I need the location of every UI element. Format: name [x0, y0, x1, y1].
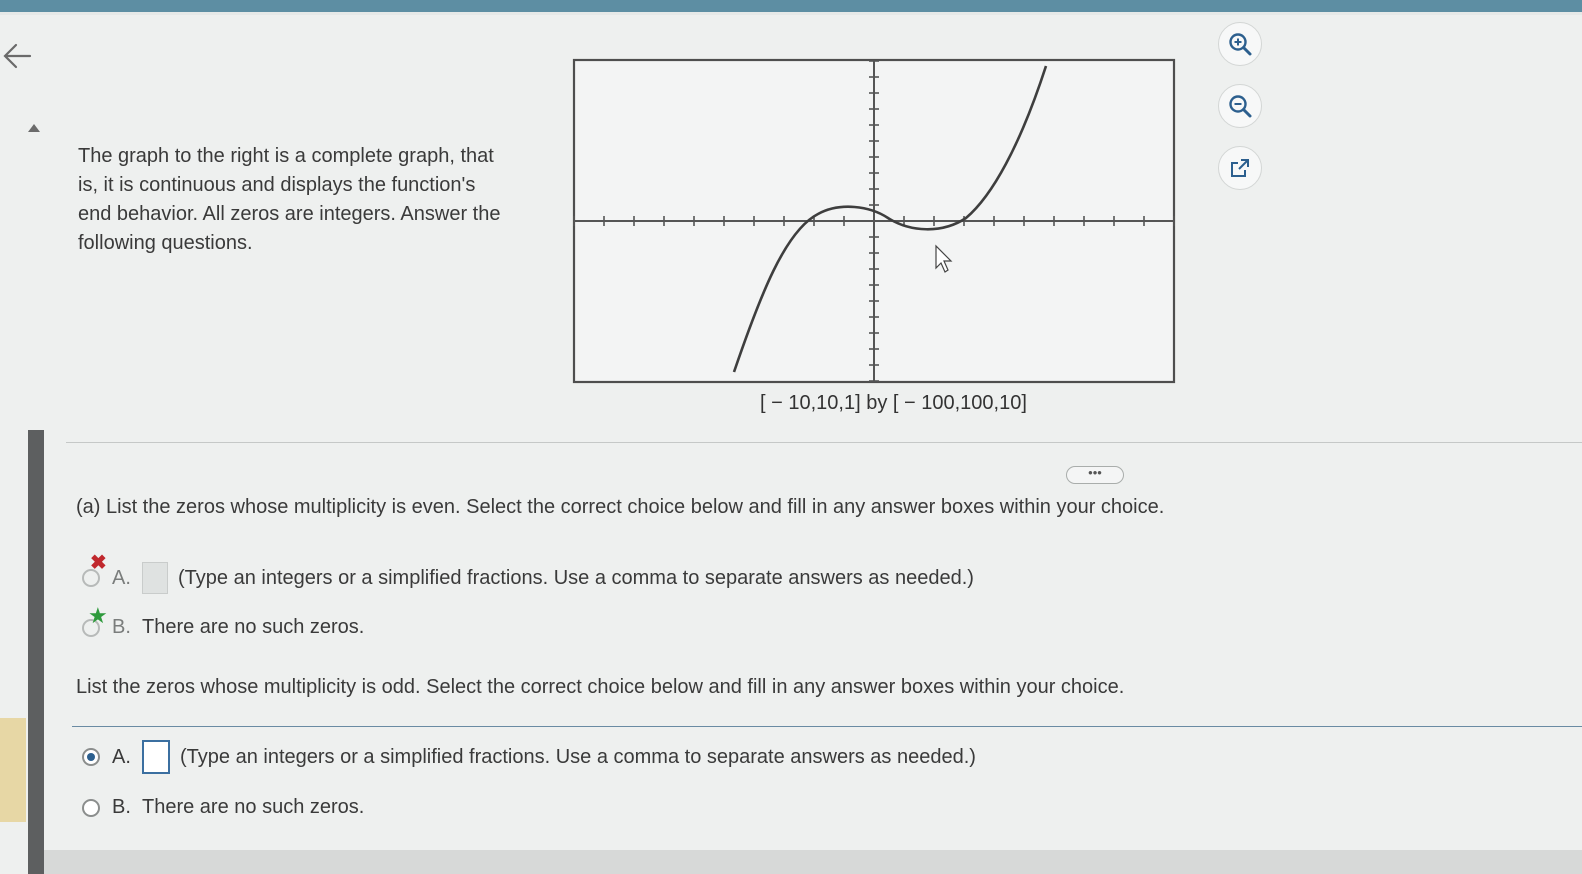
part-b-radio-b[interactable]: [82, 798, 100, 817]
part-a-prompt: (a) List the zeros whose multiplicity is…: [76, 496, 1165, 518]
part-b-choice-a-letter: A.: [112, 745, 131, 768]
left-scroll-rail[interactable]: [28, 430, 44, 874]
part-b-choice-a[interactable]: A. (Type an integers or a simplified fra…: [82, 740, 976, 774]
popout-button[interactable]: [1218, 146, 1262, 190]
left-accent-bar: [0, 718, 26, 822]
part-a-choice-b-text: There are no such zeros.: [142, 616, 365, 638]
part-a-choice-a-text: (Type an integers or a simplified fracti…: [178, 566, 974, 589]
function-graph: [572, 58, 1176, 384]
zoom-out-icon: [1229, 95, 1252, 118]
zoom-in-button[interactable]: [1218, 22, 1262, 66]
top-strip-edge: [0, 12, 1582, 15]
graph-tools: [1218, 22, 1264, 208]
bottom-bar: [44, 850, 1582, 874]
part-a-choice-a-letter: A.: [112, 566, 131, 589]
scroll-up-icon[interactable]: [28, 124, 40, 132]
back-button[interactable]: [0, 36, 40, 76]
incorrect-mark-icon: ✖: [90, 552, 107, 574]
zoom-out-button[interactable]: [1218, 84, 1262, 128]
correct-star-icon: ★: [88, 603, 108, 628]
more-button[interactable]: •••: [1066, 466, 1124, 484]
graph-window-label: [ − 10,10,1] by [ − 100,100,10]: [760, 392, 1027, 414]
part-a-choice-a[interactable]: A. (Type an integers or a simplified fra…: [82, 562, 974, 594]
selected-choice-outline: [72, 726, 1582, 727]
external-link-icon: [1231, 159, 1249, 177]
part-a-choice-b[interactable]: B. There are no such zeros.: [82, 616, 364, 639]
zoom-in-icon: [1229, 33, 1252, 56]
part-a-answer-box[interactable]: [142, 562, 168, 594]
part-a-choice-b-letter: B.: [112, 616, 131, 638]
section-divider: [66, 442, 1582, 443]
top-strip: [0, 0, 1582, 12]
part-b-answer-box[interactable]: [142, 740, 170, 774]
part-b-choice-b-text: There are no such zeros.: [142, 796, 365, 818]
arrow-left-icon: [3, 43, 32, 69]
part-b-choice-b-letter: B.: [112, 796, 131, 818]
part-b-radio-a[interactable]: [82, 748, 100, 766]
part-b-choice-a-text: (Type an integers or a simplified fracti…: [180, 745, 976, 768]
question-text: The graph to the right is a complete gra…: [78, 145, 501, 254]
part-b-choice-b[interactable]: B. There are no such zeros.: [82, 796, 364, 819]
part-b-prompt: List the zeros whose multiplicity is odd…: [76, 676, 1125, 698]
